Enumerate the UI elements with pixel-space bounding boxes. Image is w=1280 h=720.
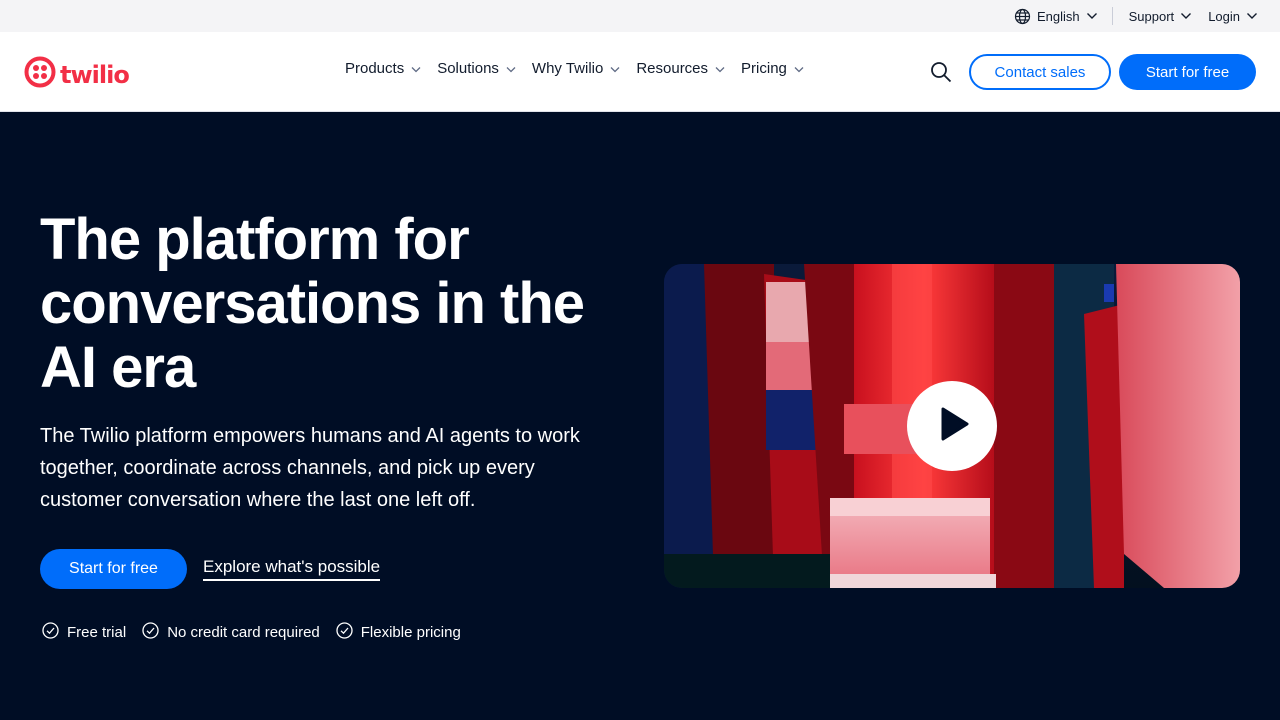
chevron-down-icon — [794, 60, 804, 77]
play-button[interactable] — [907, 381, 997, 471]
perk-label: Flexible pricing — [360, 624, 461, 641]
search-icon — [930, 62, 952, 87]
perk-label: No credit card required — [167, 624, 320, 641]
primary-nav: Products Solutions Why Twilio Resources … — [345, 60, 820, 77]
main-nav: twilio Products Solutions Why Twilio Res… — [0, 32, 1280, 112]
divider — [1111, 7, 1113, 25]
contact-sales-button[interactable]: Contact sales — [969, 54, 1111, 90]
chevron-down-icon — [1086, 12, 1098, 20]
check-circle-icon — [336, 622, 353, 643]
hero-start-button[interactable]: Start for free — [40, 549, 187, 589]
language-label: English — [1037, 8, 1080, 24]
nav-pricing[interactable]: Pricing — [741, 60, 804, 77]
perk-item: Free trial — [42, 622, 126, 643]
perks-list: Free trial No credit card required Flexi… — [42, 622, 461, 643]
chevron-down-icon — [1246, 12, 1258, 20]
login-label: Login — [1208, 8, 1240, 24]
twilio-logo-icon — [24, 56, 56, 93]
utility-bar: English Support Login — [0, 0, 1280, 32]
perk-item: Flexible pricing — [336, 622, 461, 643]
hero-title: The platform for conversations in the AI… — [40, 207, 585, 400]
hero-video[interactable] — [664, 264, 1240, 588]
perk-item: No credit card required — [142, 622, 320, 643]
search-button[interactable] — [930, 61, 952, 88]
nav-why-twilio[interactable]: Why Twilio — [532, 60, 620, 77]
login-menu[interactable]: Login — [1208, 9, 1258, 24]
start-for-free-button[interactable]: Start for free — [1119, 54, 1256, 90]
nav-link-label: Solutions — [437, 60, 499, 77]
language-selector[interactable]: English — [1014, 8, 1098, 25]
nav-link-label: Products — [345, 60, 405, 77]
nav-link-label: Why Twilio — [531, 60, 604, 77]
check-circle-icon — [42, 622, 59, 643]
nav-products[interactable]: Products — [345, 60, 421, 77]
logo-wordmark: twilio — [60, 60, 130, 89]
globe-icon — [1014, 8, 1031, 25]
nav-link-label: Pricing — [741, 60, 787, 77]
chevron-down-icon — [610, 60, 620, 77]
nav-link-label: Resources — [636, 60, 709, 77]
twilio-logo[interactable]: twilio — [24, 56, 130, 93]
hero-subtitle: The Twilio platform empowers humans and … — [40, 425, 580, 511]
check-circle-icon — [142, 622, 159, 643]
chevron-down-icon — [506, 60, 516, 77]
support-label: Support — [1128, 8, 1175, 24]
nav-solutions[interactable]: Solutions — [437, 60, 516, 77]
nav-resources[interactable]: Resources — [636, 60, 725, 77]
play-icon — [932, 404, 972, 449]
chevron-down-icon — [1180, 12, 1192, 20]
explore-link[interactable]: Explore what's possible — [203, 557, 381, 581]
chevron-down-icon — [411, 60, 421, 77]
chevron-down-icon — [715, 60, 725, 77]
perk-label: Free trial — [67, 624, 127, 641]
support-menu[interactable]: Support — [1129, 9, 1193, 24]
hero-section: The platform for conversations in the AI… — [0, 112, 1280, 720]
